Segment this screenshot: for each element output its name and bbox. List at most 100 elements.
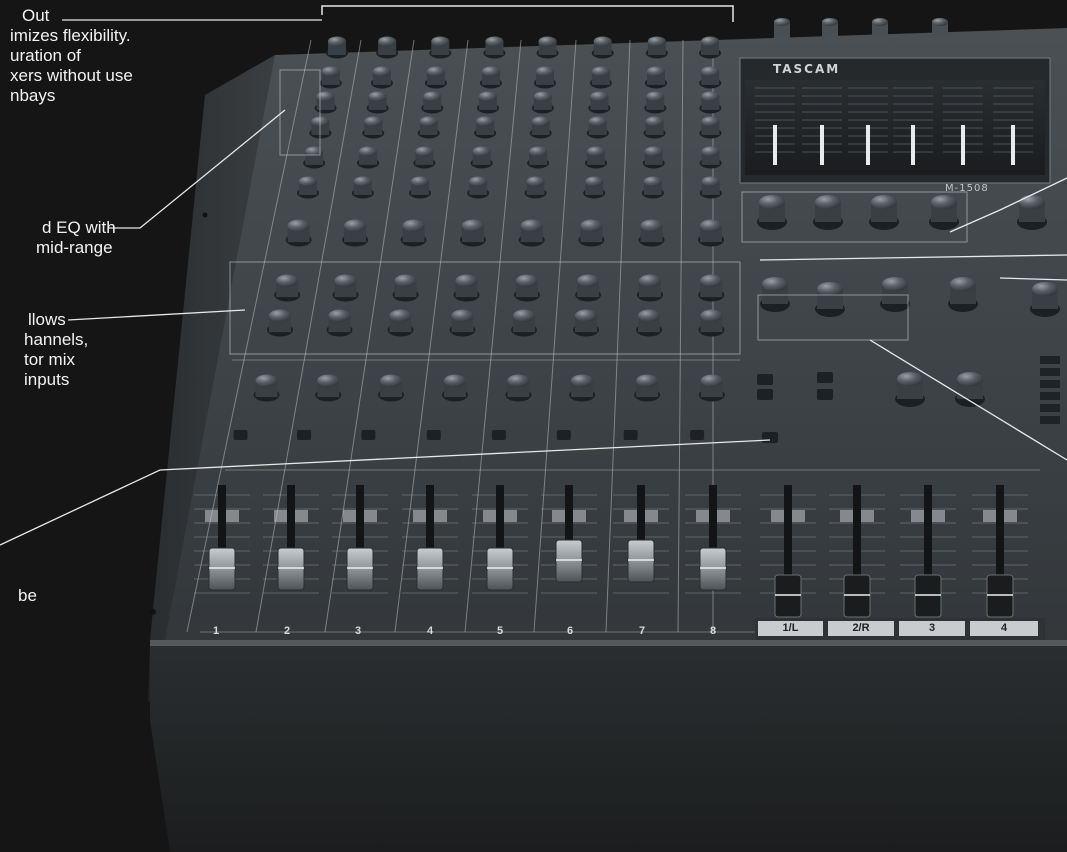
rotary-knob[interactable] xyxy=(325,36,348,59)
rotary-knob[interactable] xyxy=(303,146,326,169)
rotary-knob[interactable] xyxy=(483,36,506,59)
rotary-knob[interactable] xyxy=(370,66,393,89)
master-knob[interactable] xyxy=(869,195,899,230)
rotary-knob[interactable] xyxy=(441,374,468,402)
rotary-knob[interactable] xyxy=(699,66,722,89)
channel-button[interactable] xyxy=(297,430,312,440)
master-knob[interactable] xyxy=(813,195,843,230)
rotary-knob[interactable] xyxy=(351,176,374,199)
rotary-knob[interactable] xyxy=(699,91,722,114)
rotary-knob[interactable] xyxy=(699,176,722,199)
switch-button[interactable] xyxy=(1040,416,1060,424)
rotary-knob[interactable] xyxy=(459,219,486,247)
fader-cap[interactable] xyxy=(843,574,871,618)
rotary-knob[interactable] xyxy=(699,36,722,59)
channel-button[interactable] xyxy=(233,430,248,440)
rotary-knob[interactable] xyxy=(518,219,545,247)
rotary-knob[interactable] xyxy=(409,176,432,199)
rotary-knob[interactable] xyxy=(645,36,668,59)
rotary-knob[interactable] xyxy=(575,274,602,302)
master-button[interactable] xyxy=(757,374,773,385)
master-button[interactable] xyxy=(817,389,833,400)
rotary-knob[interactable] xyxy=(400,219,427,247)
rotary-knob[interactable] xyxy=(315,374,342,402)
rotary-knob[interactable] xyxy=(531,91,554,114)
rotary-knob[interactable] xyxy=(477,91,500,114)
rotary-knob[interactable] xyxy=(514,274,540,302)
rotary-knob[interactable] xyxy=(591,36,614,59)
rotary-knob[interactable] xyxy=(698,219,725,247)
master-button[interactable] xyxy=(757,389,773,400)
channel-button[interactable] xyxy=(556,430,571,440)
master-knob[interactable] xyxy=(929,195,959,230)
rotary-knob[interactable] xyxy=(511,309,537,337)
rotary-knob[interactable] xyxy=(474,116,497,139)
rotary-knob[interactable] xyxy=(527,146,550,169)
rotary-knob[interactable] xyxy=(645,66,667,89)
trim-knob[interactable] xyxy=(872,18,888,38)
rotary-knob[interactable] xyxy=(357,146,380,169)
fader-cap[interactable] xyxy=(416,547,444,591)
rotary-knob[interactable] xyxy=(319,66,342,89)
master-knob[interactable] xyxy=(757,195,787,230)
rotary-knob[interactable] xyxy=(586,116,609,139)
rotary-knob[interactable] xyxy=(362,116,385,139)
rotary-knob[interactable] xyxy=(376,36,399,59)
rotary-knob[interactable] xyxy=(378,374,405,402)
master-knob[interactable] xyxy=(1030,282,1060,317)
rotary-knob[interactable] xyxy=(573,309,599,337)
fader-cap[interactable] xyxy=(699,547,727,591)
rotary-knob[interactable] xyxy=(529,116,552,139)
rotary-knob[interactable] xyxy=(569,374,596,402)
rotary-knob[interactable] xyxy=(641,176,664,199)
master-button[interactable] xyxy=(817,372,833,383)
master-button[interactable] xyxy=(762,432,778,443)
rotary-knob[interactable] xyxy=(429,36,452,59)
master-knob[interactable] xyxy=(948,277,978,312)
rotary-knob[interactable] xyxy=(636,309,662,337)
channel-button[interactable] xyxy=(623,430,638,440)
rotary-knob[interactable] xyxy=(534,66,556,89)
trim-knob[interactable] xyxy=(822,18,838,38)
rotary-knob[interactable] xyxy=(578,219,605,247)
rotary-knob[interactable] xyxy=(585,146,608,169)
fader-cap[interactable] xyxy=(208,547,236,591)
rotary-knob[interactable] xyxy=(699,116,722,139)
rotary-knob[interactable] xyxy=(274,274,301,302)
rotary-knob[interactable] xyxy=(643,116,666,139)
channel-button[interactable] xyxy=(426,430,441,440)
fader-cap[interactable] xyxy=(774,574,802,618)
channel-button[interactable] xyxy=(491,430,506,440)
rotary-knob[interactable] xyxy=(449,309,476,337)
master-knob[interactable] xyxy=(895,372,925,407)
master-knob[interactable] xyxy=(815,282,845,317)
rotary-knob[interactable] xyxy=(583,176,606,199)
fader-cap[interactable] xyxy=(986,574,1014,618)
rotary-knob[interactable] xyxy=(453,274,480,302)
fader-cap[interactable] xyxy=(277,547,305,591)
switch-button[interactable] xyxy=(1040,380,1060,388)
rotary-knob[interactable] xyxy=(699,146,722,169)
switch-button[interactable] xyxy=(1040,356,1060,364)
rotary-knob[interactable] xyxy=(392,274,419,302)
rotary-knob[interactable] xyxy=(642,146,665,169)
rotary-knob[interactable] xyxy=(467,176,490,199)
rotary-knob[interactable] xyxy=(424,66,447,89)
switch-button[interactable] xyxy=(1040,404,1060,412)
rotary-knob[interactable] xyxy=(588,91,611,114)
channel-button[interactable] xyxy=(361,430,376,440)
rotary-knob[interactable] xyxy=(253,374,280,402)
switch-button[interactable] xyxy=(1040,368,1060,376)
rotary-knob[interactable] xyxy=(366,91,389,114)
channel-button[interactable] xyxy=(690,430,705,440)
rotary-knob[interactable] xyxy=(413,146,436,169)
switch-button[interactable] xyxy=(1040,392,1060,400)
master-knob[interactable] xyxy=(955,372,985,407)
rotary-knob[interactable] xyxy=(314,91,337,114)
rotary-knob[interactable] xyxy=(285,219,312,247)
rotary-knob[interactable] xyxy=(637,274,663,302)
trim-knob[interactable] xyxy=(774,18,790,38)
fader-cap[interactable] xyxy=(555,539,583,583)
fader-cap[interactable] xyxy=(346,547,374,591)
fader-cap[interactable] xyxy=(627,539,655,583)
